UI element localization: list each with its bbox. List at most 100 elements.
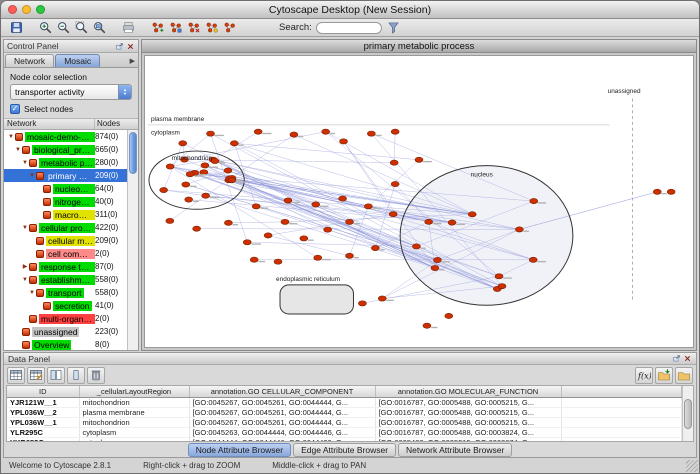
tree-expand-icon[interactable]: ▼ xyxy=(28,290,36,296)
tree-expand-icon[interactable]: ▼ xyxy=(28,173,36,179)
function-builder-icon[interactable]: f(x) xyxy=(635,367,653,384)
network-icon xyxy=(15,133,23,141)
close-window-icon[interactable] xyxy=(8,5,17,14)
close-panel-icon[interactable] xyxy=(125,41,135,51)
table-cell: [GO:0016787, GO:0005488, GO:0005215, G..… xyxy=(375,417,561,427)
close-panel-icon[interactable] xyxy=(682,354,692,364)
tree-expand-icon[interactable]: ▼ xyxy=(21,277,29,283)
traffic-lights xyxy=(8,5,45,14)
column-header[interactable]: annotation.GO MOLECULAR_FUNCTION xyxy=(375,386,561,397)
table-cell: [GO:0045267, GO:0045261, GO:0044444, G..… xyxy=(189,407,375,417)
tree-row-establishment-of-lo[interactable]: ▼establishment of lo558(0) xyxy=(4,273,127,286)
tree-row-cell-communica[interactable]: cell communica2(0) xyxy=(4,247,127,260)
column-header[interactable]: _cellularLayoutRegion xyxy=(79,386,189,397)
copy-attribute-icon[interactable] xyxy=(47,367,65,384)
tree-scrollbar[interactable] xyxy=(127,130,138,350)
tab-edge-attribute-browser[interactable]: Edge Attribute Browser xyxy=(293,443,396,457)
control-panel-tabs: NetworkMosaic ▶ xyxy=(4,53,138,68)
status-pan-hint: Middle-click + drag to PAN xyxy=(272,461,366,470)
save-session-icon[interactable] xyxy=(7,20,25,36)
tree-expand-icon[interactable]: ▶ xyxy=(21,263,29,270)
status-welcome: Welcome to Cytoscape 2.8.1 xyxy=(9,461,111,470)
zoom-selected-icon[interactable] xyxy=(72,20,90,36)
zoom-window-icon[interactable] xyxy=(36,5,45,14)
tree-scrollbar-thumb[interactable] xyxy=(129,132,137,174)
tab-network-attribute-browser[interactable]: Network Attribute Browser xyxy=(398,443,512,457)
tree-row-transport[interactable]: ▼transport558(0) xyxy=(4,286,127,299)
minimize-window-icon[interactable] xyxy=(22,5,31,14)
network-icon xyxy=(43,302,51,310)
show-all-icon[interactable] xyxy=(202,20,220,36)
tree-expand-icon[interactable]: ▼ xyxy=(14,147,22,153)
tree-expand-icon[interactable]: ▼ xyxy=(7,134,15,140)
tree-row-multi-organism-pro[interactable]: multi-organism pro2(0) xyxy=(4,312,127,325)
tree-row-secretion[interactable]: secretion41(0) xyxy=(4,299,127,312)
table-scrollbar-thumb[interactable] xyxy=(684,399,692,429)
tree-row-mosaic-demo-yeast[interactable]: ▼mosaic-demo-yeast874(0) xyxy=(4,130,127,143)
open-attribute-file-icon[interactable] xyxy=(675,367,693,384)
import-attributes-icon[interactable] xyxy=(655,367,673,384)
tree-row-response-to-stimul[interactable]: ▶response to stimul87(0) xyxy=(4,260,127,273)
column-header[interactable]: annotation.GO CELLULAR_COMPONENT xyxy=(189,386,375,397)
network-icon xyxy=(43,211,51,219)
tree-item-label: unassigned xyxy=(32,327,79,337)
table-cell: [GO:0016787, GO:0005488, GO:0005215, G..… xyxy=(375,407,561,417)
tree-row-primary-metab-[interactable]: ▼primary metab...209(0) xyxy=(4,169,127,182)
tree-row-cellular-process[interactable]: ▼cellular process422(0) xyxy=(4,221,127,234)
tab-node-attribute-browser[interactable]: Node Attribute Browser xyxy=(188,443,291,457)
tree-item-node-count: 422(0) xyxy=(95,223,127,232)
data-panel-header: Data Panel xyxy=(4,353,696,365)
tree-row-cellular-metabo[interactable]: cellular metabo209(0) xyxy=(4,234,127,247)
tree-row-biological-process[interactable]: ▼biological_process665(0) xyxy=(4,143,127,156)
tree-item-node-count: 223(0) xyxy=(95,327,127,336)
tab-network[interactable]: Network xyxy=(5,54,54,67)
new-network-from-selection-icon[interactable] xyxy=(166,20,184,36)
table-row[interactable]: YPL036W__1mitochondrion[GO:0045267, GO:0… xyxy=(7,417,682,427)
network-canvas[interactable]: plasma membranecytoplasmmitochondrionnuc… xyxy=(144,55,694,348)
float-panel-icon[interactable] xyxy=(114,41,124,51)
print-icon[interactable] xyxy=(119,20,137,36)
window-title: Cytoscape Desktop (New Session) xyxy=(1,4,699,16)
table-cell: [GO:0045267, GO:0045261, GO:0044444, G..… xyxy=(189,417,375,427)
annotation-icon[interactable] xyxy=(220,20,238,36)
zoom-fit-icon[interactable] xyxy=(90,20,108,36)
list-attributes-icon[interactable] xyxy=(67,367,85,384)
tree-row-overview[interactable]: Overview8(0) xyxy=(4,338,127,350)
table-row[interactable]: YJR121W__1mitochondrion[GO:0045267, GO:0… xyxy=(7,397,682,407)
first-neighbors-icon[interactable] xyxy=(148,20,166,36)
tab-mosaic[interactable]: Mosaic xyxy=(55,54,100,67)
zoom-out-icon[interactable] xyxy=(54,20,72,36)
resize-grip[interactable] xyxy=(686,460,698,472)
select-nodes-checkbox[interactable]: ✓ xyxy=(10,104,20,114)
network-graph[interactable]: plasma membranecytoplasmmitochondrionnuc… xyxy=(145,56,693,347)
node-color-dropdown[interactable]: transporter activity ▲▼ xyxy=(10,84,132,100)
zoom-in-icon[interactable] xyxy=(36,20,54,36)
tree-item-node-count: 311(0) xyxy=(95,210,127,219)
select-attributes-icon[interactable] xyxy=(7,367,25,384)
tree-item-label: secretion xyxy=(53,301,92,311)
configure-search-icon[interactable] xyxy=(385,20,403,36)
table-row[interactable]: YPL036W__2plasma membrane[GO:0045267, GO… xyxy=(7,407,682,417)
main-content: Control Panel NetworkMosaic▶ Node color … xyxy=(1,37,699,352)
tree-header-nodes: Nodes xyxy=(95,119,138,129)
tab-scroll-right-icon[interactable]: ▶ xyxy=(130,57,137,67)
table-scrollbar[interactable] xyxy=(682,386,693,441)
hide-selected-icon[interactable] xyxy=(184,20,202,36)
tree-expand-icon[interactable]: ▼ xyxy=(21,160,29,166)
search-input[interactable] xyxy=(316,22,382,34)
main-toolbar: Search: xyxy=(1,19,699,37)
tree-item-label: biological_process xyxy=(32,145,95,155)
table-row[interactable]: YLR295Ccytoplasm[GO:0045263, GO:0044444,… xyxy=(7,427,682,437)
create-attribute-icon[interactable] xyxy=(27,367,45,384)
tree-row-nitrogen-compo[interactable]: nitrogen compo40(0) xyxy=(4,195,127,208)
delete-attribute-icon[interactable] xyxy=(87,367,105,384)
tree-item-label: response to stimul xyxy=(39,262,95,272)
tree-expand-icon[interactable]: ▼ xyxy=(21,225,29,231)
tree-row-metabolic-process[interactable]: ▼metabolic process280(0) xyxy=(4,156,127,169)
float-panel-icon[interactable] xyxy=(671,354,681,364)
tree-row-nucleobase-[interactable]: nucleobase...64(0) xyxy=(4,182,127,195)
tree-row-macromolecule[interactable]: macromolecule311(0) xyxy=(4,208,127,221)
column-header[interactable]: ID xyxy=(7,386,79,397)
tree-row-unassigned[interactable]: unassigned 223(0) xyxy=(4,325,127,338)
svg-text:f(x): f(x) xyxy=(637,372,651,381)
